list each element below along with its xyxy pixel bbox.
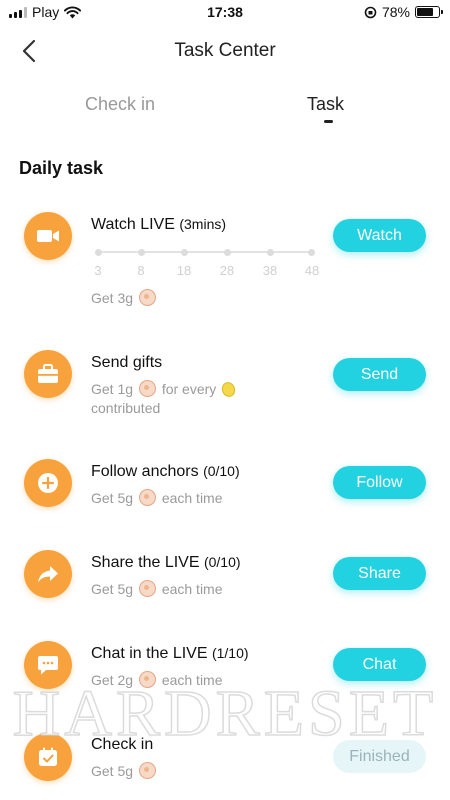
progress-dot <box>138 249 145 256</box>
reward-text: each time <box>161 490 223 506</box>
finished-button: Finished <box>333 740 426 773</box>
tab-task[interactable]: Task <box>307 94 344 115</box>
status-right: 78% <box>364 4 443 20</box>
task-count: (3mins) <box>179 216 227 232</box>
cookie-coin-icon <box>138 580 156 597</box>
task-reward: Get 5g each time <box>91 580 223 598</box>
progress-track <box>95 249 315 256</box>
video-camera-icon <box>24 212 72 260</box>
progress-tick: 18 <box>176 263 192 278</box>
task-reward: Get 5g each time <box>91 489 223 507</box>
progress-dot <box>308 249 315 256</box>
cookie-coin-icon <box>138 671 156 688</box>
task-title: Check in <box>91 736 154 753</box>
reward-text: Get 5g <box>91 581 134 597</box>
section-title: Daily task <box>19 158 104 178</box>
task-reward: Get 5g <box>91 762 158 780</box>
task-title: Send gifts <box>91 354 163 371</box>
task-title-text: Share the LIVE <box>91 554 200 571</box>
chat-bubble-icon <box>24 641 72 689</box>
gold-gem-icon <box>219 380 238 399</box>
task-count: (0/10) <box>203 554 241 570</box>
chat-button[interactable]: Chat <box>333 648 426 681</box>
progress-tick: 8 <box>137 263 145 278</box>
task-title-text: Chat in the LIVE <box>91 645 208 662</box>
cookie-coin-icon <box>138 762 156 779</box>
progress-dot <box>267 249 274 256</box>
share-button[interactable]: Share <box>333 557 426 590</box>
task-count: (0/10) <box>203 463 240 479</box>
reward-text: each time <box>161 581 223 597</box>
task-reward: Get 2g each time <box>91 671 223 689</box>
progress-dot <box>224 249 231 256</box>
reward-text: Get 2g <box>91 672 134 688</box>
reward-text: Get 1g <box>91 381 134 397</box>
tab-active-indicator <box>324 120 333 123</box>
status-bar: Play 17:38 78% <box>0 0 450 26</box>
task-title-text: Watch LIVE <box>91 216 175 233</box>
battery-percent: 78% <box>381 4 410 20</box>
reward-text: Get 3g <box>91 290 134 306</box>
task-title: Share the LIVE (0/10) <box>91 554 241 572</box>
progress-ticks: 3 8 18 28 38 48 <box>0 263 450 279</box>
task-reward-line2: contributed <box>91 400 161 416</box>
tab-check-in[interactable]: Check in <box>85 94 155 115</box>
reward-text: Get 5g <box>91 763 134 779</box>
progress-dot <box>181 249 188 256</box>
task-title: Watch LIVE (3mins) <box>91 216 226 234</box>
gift-box-icon <box>24 350 72 398</box>
progress-tick: 3 <box>94 263 102 278</box>
cookie-coin-icon <box>138 489 156 506</box>
task-count: (1/10) <box>211 645 249 661</box>
task-title: Chat in the LIVE (1/10) <box>91 645 249 663</box>
task-title: Follow anchors (0/10) <box>91 463 240 481</box>
reward-text: for every <box>161 381 217 397</box>
calendar-check-icon <box>24 733 72 781</box>
page-title: Task Center <box>174 40 276 61</box>
share-arrow-icon <box>24 550 72 598</box>
follow-button[interactable]: Follow <box>333 466 426 499</box>
cookie-coin-icon <box>138 289 156 306</box>
send-button[interactable]: Send <box>333 358 426 391</box>
task-reward: Get 1g for every <box>91 380 238 399</box>
reward-text: Get 5g <box>91 490 134 506</box>
task-title-text: Follow anchors <box>91 463 199 480</box>
progress-tick: 48 <box>304 263 320 278</box>
orientation-lock-icon <box>364 6 377 18</box>
progress-tick: 28 <box>219 263 235 278</box>
plus-circle-icon <box>24 459 72 507</box>
task-reward: Get 3g <box>91 289 158 307</box>
reward-text: each time <box>161 672 223 688</box>
progress-tick: 38 <box>262 263 278 278</box>
watch-button[interactable]: Watch <box>333 219 426 252</box>
battery-icon <box>415 6 443 18</box>
progress-dot <box>95 249 102 256</box>
cookie-coin-icon <box>138 380 156 397</box>
